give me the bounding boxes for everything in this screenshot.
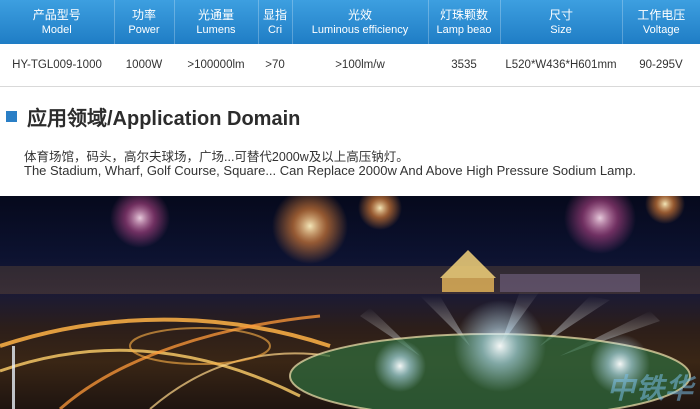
section-title: 应用领域/Application Domain [27,107,301,130]
cell-power: 1000W [114,44,174,87]
spec-header-row: 产品型号 Model 功率 Power 光通量 Lumens 显指 Cri 光效 Lumi… [0,0,700,44]
cell-model: HY-TGL009-1000 [0,44,114,87]
cell-lumens: >100000lm [174,44,258,87]
cell-lamp-count: 3535 [428,44,500,87]
header-lumens: 光通量 Lumens [174,0,259,44]
night-stadium-scene [0,196,700,409]
header-cri: 显指 Cri [258,0,293,44]
header-size: 尺寸 Size [500,0,623,44]
spec-table: 产品型号 Model 功率 Power 光通量 Lumens 显指 Cri 光效 Lumi… [0,0,700,87]
header-model: 产品型号 Model [0,0,115,44]
cell-cri: >70 [258,44,292,87]
table-row: HY-TGL009-1000 1000W >100000lm >70 >100l… [0,44,700,87]
cell-voltage: 90-295V [622,44,700,87]
description-english: The Stadium, Wharf, Golf Course, Square.… [24,163,637,178]
application-photo: 中铁华 [0,196,700,409]
header-power: 功率 Power [114,0,175,44]
header-lamp-count: 灯珠颗数 Lamp beao [428,0,501,44]
cell-efficiency: >100lm/w [292,44,428,87]
watermark-logo: 中铁华 [606,373,694,404]
section-heading: 应用领域/Application Domain [6,101,300,131]
header-efficiency: 光效 Luminous efficiency [292,0,429,44]
cell-size: L520*W436*H601mm [500,44,622,87]
bullet-square-icon [6,110,17,122]
header-voltage: 工作电压 Voltage [637,7,686,36]
